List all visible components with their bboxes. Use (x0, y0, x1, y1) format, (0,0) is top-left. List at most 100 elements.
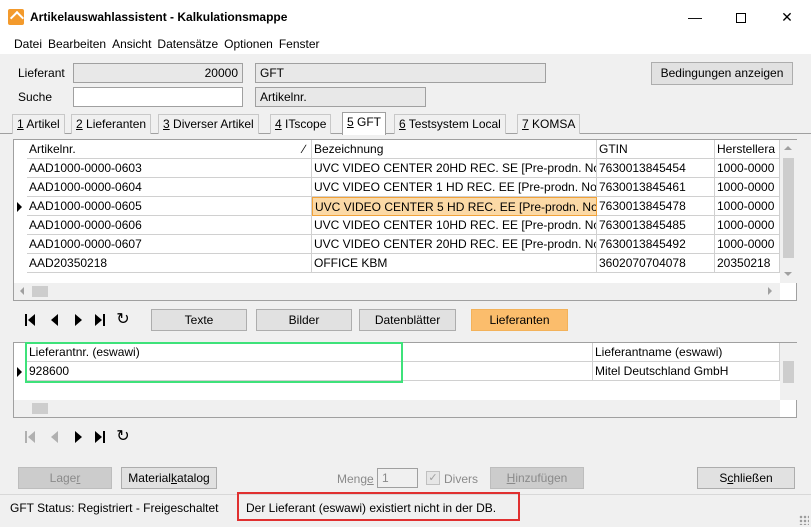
table-cell[interactable]: AAD1000-0000-0606 (27, 216, 312, 235)
refresh-icon: ↻ (116, 311, 130, 328)
tab-artikel[interactable]: 1 Artikel (12, 114, 65, 134)
table-cell[interactable]: AAD1000-0000-0604 (27, 178, 312, 197)
record-navigator: ↻ (20, 309, 140, 331)
refresh-button[interactable]: ↻ (112, 309, 134, 331)
show-conditions-button[interactable]: Bedingungen anzeigen (651, 62, 793, 85)
last-icon (95, 431, 102, 443)
lieferant-label: Lieferant (18, 66, 65, 80)
col-header-lieferantname[interactable]: Lieferantname (eswawi) (593, 343, 780, 362)
prev-record-button[interactable] (44, 309, 66, 331)
tab-itscope[interactable]: 4 ITscope (270, 114, 332, 134)
close-button[interactable]: ✕ (764, 0, 810, 34)
col-header-gtin[interactable]: GTIN (597, 140, 715, 159)
scroll-thumb[interactable] (783, 158, 794, 258)
menu-datensaetze[interactable]: Datensätze (155, 34, 220, 54)
table-cell[interactable]: AAD20350218 (27, 254, 312, 273)
materialkatalog-button[interactable]: Materialkatalog (121, 467, 217, 489)
vertical-scrollbar[interactable] (780, 140, 797, 283)
scroll-thumb[interactable] (32, 403, 48, 414)
menge-input[interactable]: 1 (377, 468, 418, 488)
maximize-button[interactable] (718, 0, 764, 34)
divers-checkbox[interactable]: ✓ (426, 471, 440, 485)
menu-optionen[interactable]: Optionen (222, 34, 275, 54)
col-header-artikelnr[interactable]: Artikelnr. ∕ (27, 140, 312, 159)
schliessen-button[interactable]: Schließen (697, 467, 795, 489)
col-header-bezeichnung[interactable]: Bezeichnung (312, 140, 597, 159)
table-cell[interactable]: AAD1000-0000-0605 (27, 197, 312, 216)
table-cell[interactable]: 1000-0000 (715, 216, 780, 235)
status-message: Der Lieferant (eswawi) existiert nicht i… (246, 501, 497, 515)
minimize-button[interactable]: — (672, 0, 718, 34)
scroll-thumb[interactable] (32, 286, 48, 297)
first-record-button[interactable] (20, 426, 42, 448)
hinzufuegen-button[interactable]: Hinzufügen (490, 467, 584, 489)
table-cell[interactable]: AAD1000-0000-0603 (27, 159, 312, 178)
table-cell[interactable]: UVC VIDEO CENTER 10HD REC. EE [Pre-prodn… (312, 216, 597, 235)
table-cell[interactable]: UVC VIDEO CENTER 20HD REC. SE [Pre-prodn… (312, 159, 597, 178)
table-cell[interactable]: Mitel Deutschland GmbH (593, 362, 780, 381)
next-record-button[interactable] (67, 309, 89, 331)
highlight-box (25, 342, 403, 383)
resize-grip-icon[interactable] (799, 515, 809, 525)
prev-icon (51, 431, 58, 443)
menu-ansicht[interactable]: Ansicht (110, 34, 153, 54)
menu-bearbeiten[interactable]: Bearbeiten (46, 34, 108, 54)
horizontal-scrollbar[interactable] (14, 283, 780, 300)
table-cell[interactable]: 1000-0000 (715, 235, 780, 254)
tab-testsystem-local[interactable]: 6 Testsystem Local (394, 114, 506, 134)
scroll-right-icon (768, 287, 772, 295)
supplier-record-navigator: ↻ (20, 426, 140, 448)
tab-komsa[interactable]: 7 KOMSA (517, 114, 581, 134)
table-cell[interactable]: UVC VIDEO CENTER 20HD REC. EE [Pre-prodn… (312, 235, 597, 254)
texte-button[interactable]: Texte (151, 309, 247, 331)
table-cell[interactable]: 7630013845454 (597, 159, 715, 178)
table-cell[interactable]: 7630013845492 (597, 235, 715, 254)
divers-label: Divers (444, 472, 479, 486)
table-cell[interactable]: 1000-0000 (715, 159, 780, 178)
first-icon (25, 431, 27, 443)
table-cell[interactable]: 20350218 (715, 254, 780, 273)
next-icon (75, 431, 82, 443)
last-record-button[interactable] (89, 426, 111, 448)
menu-fenster[interactable]: Fenster (277, 34, 322, 54)
vertical-scrollbar[interactable] (780, 343, 797, 400)
table-cell[interactable]: AAD1000-0000-0607 (27, 235, 312, 254)
app-icon (8, 9, 24, 25)
horizontal-scrollbar[interactable] (14, 400, 780, 417)
next-icon (75, 314, 82, 326)
last-icon (95, 314, 102, 326)
refresh-button[interactable]: ↻ (112, 426, 134, 448)
table-cell[interactable]: 7630013845485 (597, 216, 715, 235)
tab-gft[interactable]: 5 GFT (342, 112, 387, 135)
tab-diverser-artikel[interactable]: 3 Diverser Artikel (158, 114, 259, 134)
table-cell[interactable]: UVC VIDEO CENTER 1 HD REC. EE [Pre-prodn… (312, 178, 597, 197)
table-cell[interactable]: 1000-0000 (715, 197, 780, 216)
table-cell[interactable]: 3602070704078 (597, 254, 715, 273)
current-row-indicator-icon (17, 202, 22, 212)
current-row-indicator-icon (17, 367, 22, 377)
scroll-left-icon (20, 287, 24, 295)
table-cell[interactable]: 7630013845478 (597, 197, 715, 216)
table-cell[interactable]: 7630013845461 (597, 178, 715, 197)
prev-record-button[interactable] (44, 426, 66, 448)
lager-button[interactable]: Lager (18, 467, 112, 489)
datenblaetter-button[interactable]: Datenblätter (359, 309, 456, 331)
menu-bar: Datei Bearbeiten Ansicht Datensätze Optionen… (0, 34, 811, 54)
selected-cell[interactable]: UVC VIDEO CENTER 5 HD REC. EE [Pre-prodn… (312, 197, 597, 216)
tab-lieferanten[interactable]: 2 Lieferanten (71, 114, 152, 134)
table-cell[interactable]: 1000-0000 (715, 178, 780, 197)
sort-icon: ∕ (302, 142, 305, 156)
first-record-button[interactable] (20, 309, 42, 331)
bilder-button[interactable]: Bilder (256, 309, 352, 331)
scroll-thumb[interactable] (783, 361, 794, 383)
last-record-button[interactable] (89, 309, 111, 331)
next-record-button[interactable] (67, 426, 89, 448)
lieferanten-button[interactable]: Lieferanten (471, 309, 568, 331)
search-input[interactable] (73, 87, 243, 107)
table-cell[interactable]: OFFICE KBM (312, 254, 597, 273)
col-header-hersteller[interactable]: Herstellera (715, 140, 780, 159)
lieferant-name-field: GFT (255, 63, 546, 83)
menu-datei[interactable]: Datei (12, 34, 44, 54)
search-field-name: Artikelnr. (255, 87, 426, 107)
menge-label: Menge (337, 472, 374, 486)
